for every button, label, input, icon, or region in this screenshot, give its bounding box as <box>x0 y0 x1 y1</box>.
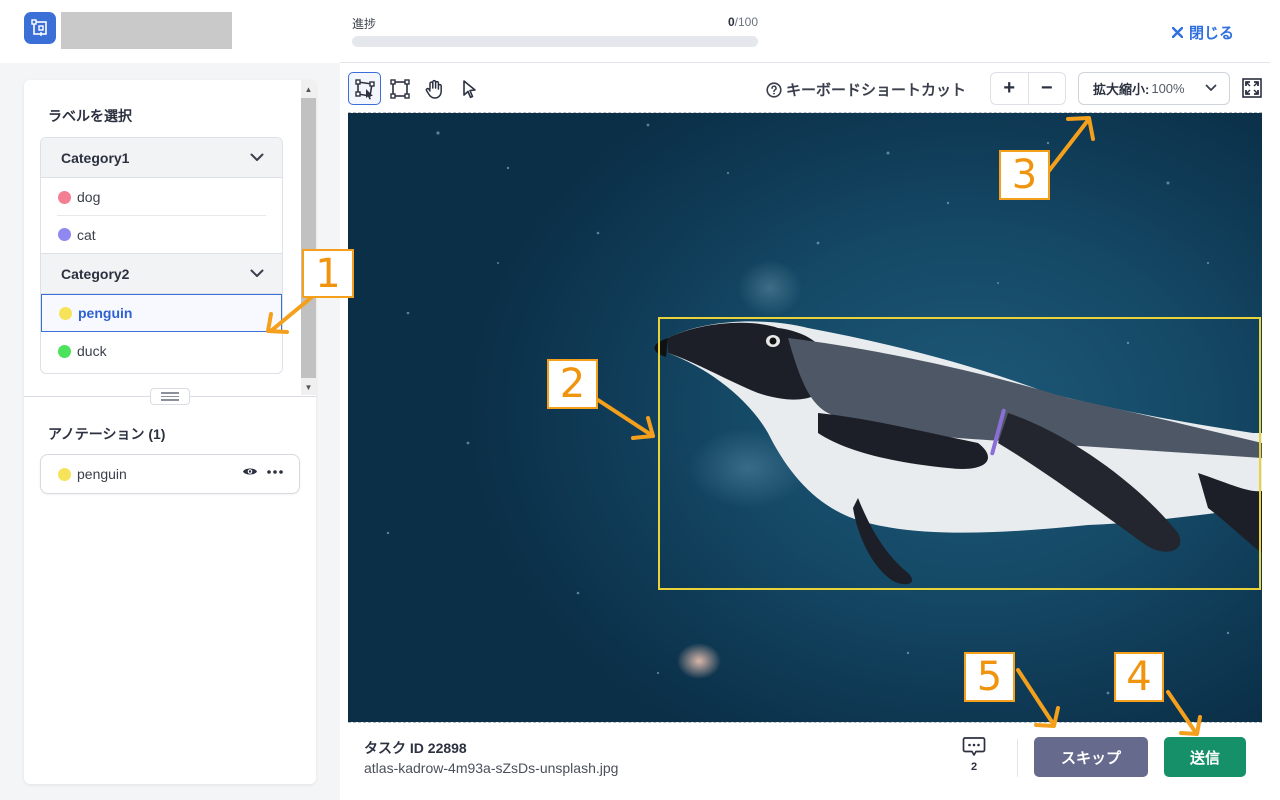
progress-total: /100 <box>734 15 758 29</box>
chevron-down-icon <box>250 153 264 161</box>
comment-bubble-icon <box>962 737 986 756</box>
progress-done: 0 <box>727 15 735 29</box>
callout-label-5: 5 <box>964 652 1015 702</box>
label-color-dot <box>59 306 72 320</box>
scrollbar-thumb[interactable] <box>301 98 316 378</box>
chevron-down-icon <box>250 269 264 277</box>
more-options-icon[interactable] <box>267 469 283 474</box>
progress-label: 進捗 <box>352 17 377 31</box>
progress-bar <box>352 36 758 47</box>
annotation-label: penguin <box>77 466 127 482</box>
select-pointer-tool-icon <box>462 79 476 98</box>
callout-label-3: 3 <box>999 150 1050 200</box>
annotation-color-dot <box>58 467 71 481</box>
image-filename: atlas-kadrow-4m93a-sZsDs-unsplash.jpg <box>364 760 619 776</box>
left-sidebar: ラベルを選択 Category1 dog cat Category2 pengu… <box>24 80 316 784</box>
panel-resize-handle[interactable] <box>150 388 190 405</box>
label-color-dot <box>58 344 71 358</box>
keyboard-shortcut-label: キーボードショートカット <box>786 82 967 99</box>
hand-pan-tool-button[interactable] <box>417 72 450 105</box>
annotation-panel-title: アノテーション (1) <box>48 426 166 442</box>
label-item-duck[interactable]: duck <box>41 332 282 370</box>
bounding-box-tool-button[interactable] <box>383 72 416 105</box>
close-button[interactable]: 閉じる <box>1172 22 1234 43</box>
select-pointer-tool-button[interactable] <box>452 72 485 105</box>
zoom-in-button[interactable]: + <box>991 73 1028 104</box>
category-name: Category1 <box>61 149 130 166</box>
label-name: penguin <box>78 305 133 321</box>
annotation-item-penguin[interactable]: penguin <box>40 454 300 494</box>
category-name: Category2 <box>61 265 130 282</box>
bounding-box-tool-icon <box>389 78 410 99</box>
footer-divider <box>1017 739 1018 777</box>
scroll-down-icon[interactable]: ▼ <box>301 380 316 394</box>
callout-label-1: 1 <box>302 249 354 298</box>
hand-pan-tool-icon <box>425 79 442 99</box>
penguin-bounding-box[interactable] <box>658 317 1261 590</box>
callout-label-2: 2 <box>547 359 598 409</box>
label-item-cat[interactable]: cat <box>41 216 282 254</box>
fullscreen-button[interactable] <box>1241 77 1263 99</box>
chevron-down-icon <box>1205 84 1217 91</box>
top-header: 進捗 0/100 閉じる <box>0 0 1280 62</box>
polygon-tool-button[interactable] <box>348 72 381 105</box>
comment-button[interactable]: 2 <box>960 736 988 780</box>
label-name: dog <box>77 189 101 205</box>
fullscreen-expand-icon <box>1242 78 1262 98</box>
label-item-dog[interactable]: dog <box>41 178 282 216</box>
annotation-canvas[interactable] <box>348 113 1262 722</box>
canvas-border <box>348 722 1262 723</box>
zoom-button-group: + − <box>990 72 1066 105</box>
task-id: タスク ID 22898 <box>364 740 467 756</box>
zoom-level-select[interactable]: 拡大縮小: 100% <box>1078 72 1230 105</box>
zoom-value: 100% <box>1151 81 1185 96</box>
keyboard-shortcut-link[interactable]: キーボードショートカット <box>766 79 966 100</box>
polygon-tool-icon <box>354 78 375 99</box>
help-circle-icon <box>766 81 782 98</box>
label-color-dot <box>58 190 71 204</box>
label-name: duck <box>77 343 107 359</box>
label-panel-title: ラベルを選択 <box>48 108 132 124</box>
close-x-icon <box>1172 27 1183 38</box>
label-category-list: Category1 dog cat Category2 penguin duck <box>40 137 283 374</box>
close-label: 閉じる <box>1189 25 1235 42</box>
annotation-app-icon <box>31 19 47 36</box>
zoom-label: 拡大縮小: <box>1093 82 1150 97</box>
eye-visibility-icon[interactable] <box>242 466 258 477</box>
category-header-1[interactable]: Category1 <box>41 138 282 178</box>
label-color-dot <box>58 228 71 241</box>
scroll-up-icon[interactable]: ▲ <box>301 82 316 96</box>
label-item-penguin[interactable]: penguin <box>41 294 282 332</box>
category-header-2[interactable]: Category2 <box>41 254 282 294</box>
progress-count: 0/100 <box>640 15 758 29</box>
header-divider <box>340 62 1270 63</box>
zoom-out-button[interactable]: − <box>1027 73 1066 104</box>
comment-count: 2 <box>970 761 978 773</box>
app-logo <box>24 12 56 44</box>
skip-button[interactable]: スキップ <box>1034 737 1148 777</box>
submit-button[interactable]: 送信 <box>1164 737 1246 777</box>
callout-label-4: 4 <box>1114 652 1164 702</box>
label-name: cat <box>77 226 96 243</box>
redacted-project-title <box>61 12 232 49</box>
